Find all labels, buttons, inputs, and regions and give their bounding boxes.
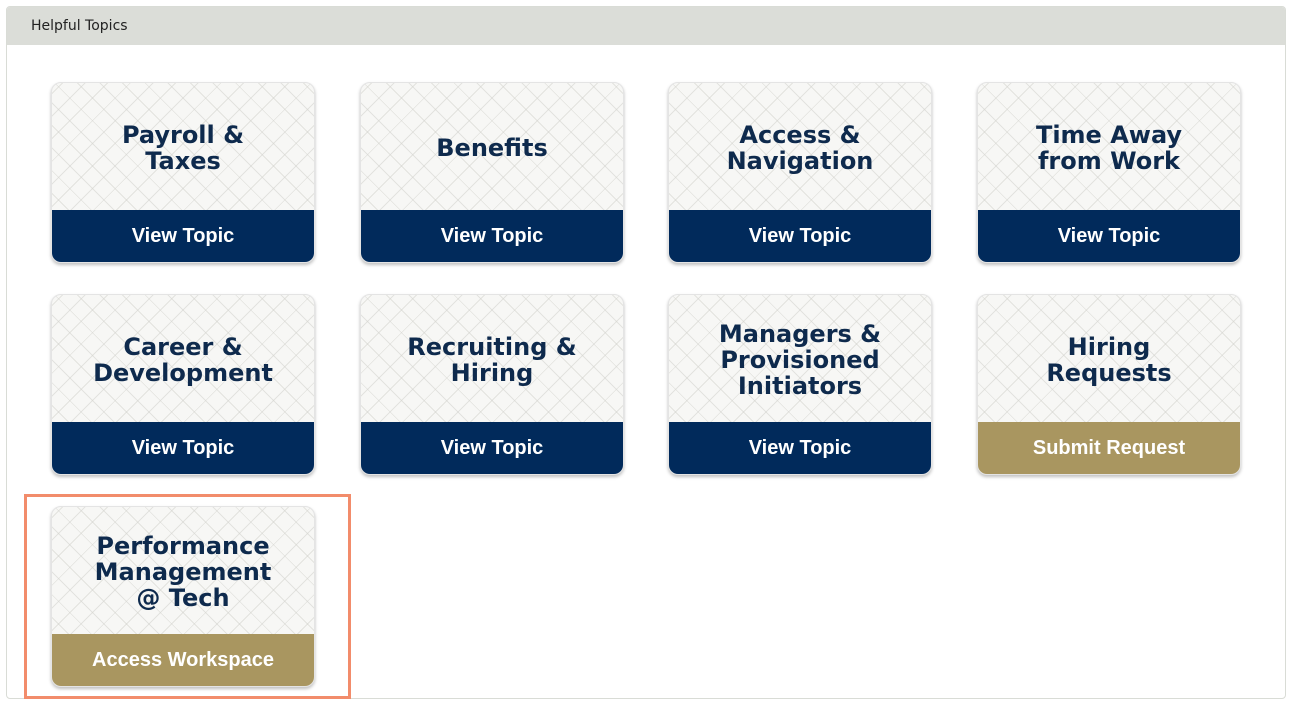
card-title: Performance Management @ Tech [94, 531, 272, 612]
submit-request-button[interactable]: Submit Request [978, 422, 1240, 474]
card-title: Recruiting & Hiring [407, 332, 577, 387]
card-title: Hiring Requests [1046, 332, 1172, 387]
topic-card-benefits: Benefits View Topic [360, 82, 624, 263]
topic-card-managers-initiators: Managers & Provisioned Initiators View T… [668, 294, 932, 475]
card-title: Benefits [436, 133, 548, 162]
card-title: Time Away from Work [1035, 120, 1183, 175]
view-topic-button[interactable]: View Topic [669, 210, 931, 262]
card-title: Career & Development [93, 332, 273, 387]
topic-card-recruiting-hiring: Recruiting & Hiring View Topic [360, 294, 624, 475]
topic-card-performance-management: Performance Management @ Tech Access Wor… [51, 506, 315, 687]
view-topic-button[interactable]: View Topic [52, 210, 314, 262]
access-workspace-button[interactable]: Access Workspace [52, 634, 314, 686]
topic-card-payroll-taxes: Payroll & Taxes View Topic [51, 82, 315, 263]
view-topic-button[interactable]: View Topic [361, 210, 623, 262]
view-topic-button[interactable]: View Topic [669, 422, 931, 474]
panel-title: Helpful Topics [31, 18, 128, 34]
topic-card-access-navigation: Access & Navigation View Topic [668, 82, 932, 263]
topic-card-time-away: Time Away from Work View Topic [977, 82, 1241, 263]
panel-header: Helpful Topics [7, 7, 1285, 45]
topic-card-career-development: Career & Development View Topic [51, 294, 315, 475]
card-title: Access & Navigation [726, 120, 874, 175]
view-topic-button[interactable]: View Topic [361, 422, 623, 474]
topic-card-hiring-requests: Hiring Requests Submit Request [977, 294, 1241, 475]
view-topic-button[interactable]: View Topic [978, 210, 1240, 262]
view-topic-button[interactable]: View Topic [52, 422, 314, 474]
card-title: Managers & Provisioned Initiators [718, 319, 882, 400]
card-title: Payroll & Taxes [121, 120, 245, 175]
